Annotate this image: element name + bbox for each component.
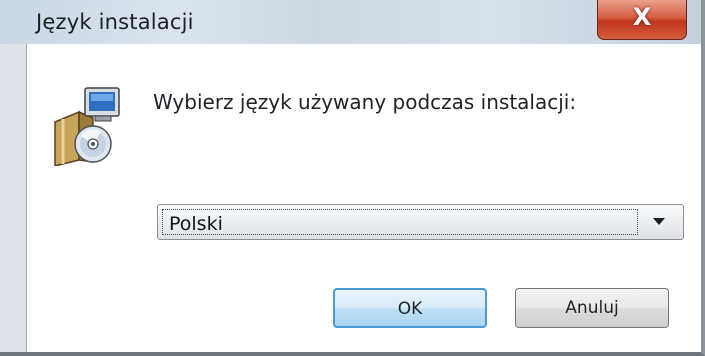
installer-language-dialog: Język instalacji X Wybierz język używany… xyxy=(0,0,705,356)
close-icon: X xyxy=(632,3,652,31)
chevron-down-icon[interactable] xyxy=(653,218,665,225)
window-title: Język instalacji xyxy=(36,10,194,34)
title-bar[interactable]: Język instalacji X xyxy=(0,0,701,44)
selected-language: Polski xyxy=(169,213,223,235)
language-select[interactable]: Polski xyxy=(157,204,684,240)
cancel-button[interactable]: Anuluj xyxy=(515,288,669,328)
close-button[interactable]: X xyxy=(597,0,687,40)
installer-icon xyxy=(54,87,120,166)
dialog-content: Wybierz język używany podczas instalacji… xyxy=(26,44,701,352)
language-prompt: Wybierz język używany podczas instalacji… xyxy=(153,90,577,114)
ok-button[interactable]: OK xyxy=(333,288,487,328)
focus-rectangle: Polski xyxy=(162,209,638,235)
